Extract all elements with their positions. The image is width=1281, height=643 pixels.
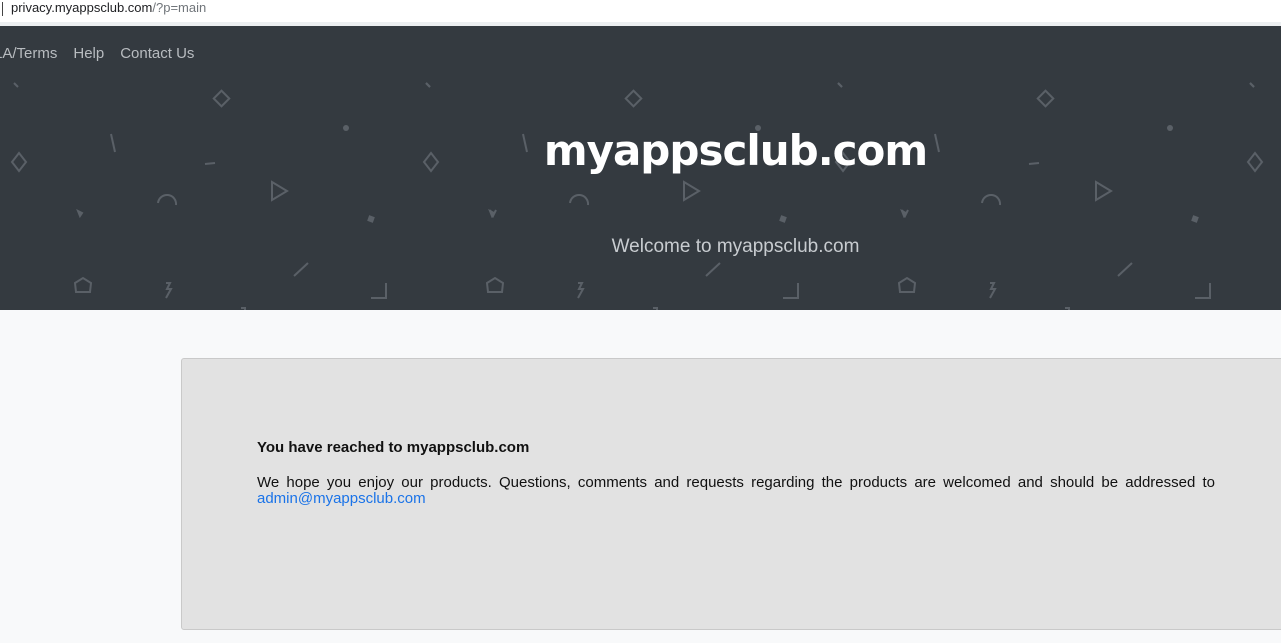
welcome-subtitle: Welcome to myappsclub.com [611,236,860,257]
nav-item-eula-terms[interactable]: LA/Terms [0,45,57,62]
nav-item-contact-us[interactable]: Contact Us [120,45,194,62]
content-heading: You have reached to myappsclub.com [257,439,530,456]
nav-item-help[interactable]: Help [73,45,104,62]
url-text[interactable]: privacy.myappsclub.com/?p=main [11,0,206,16]
site-title: myappsclub.com [543,126,928,175]
url-host: privacy.myappsclub.com [11,0,153,15]
text-cursor [2,2,3,16]
content-body-text: We hope you enjoy our products. Question… [257,474,1215,491]
hero-banner: LA/Terms Help Contact Us myappsclub.com … [0,26,1281,310]
content-card: You have reached to myappsclub.com We ho… [181,358,1281,630]
address-bar[interactable]: privacy.myappsclub.com/?p=main [0,0,1281,23]
top-nav: LA/Terms Help Contact Us [0,45,194,62]
content-body: We hope you enjoy our products. Question… [257,475,1215,507]
email-link[interactable]: admin@myappsclub.com [257,490,426,507]
url-path: /?p=main [152,0,207,15]
